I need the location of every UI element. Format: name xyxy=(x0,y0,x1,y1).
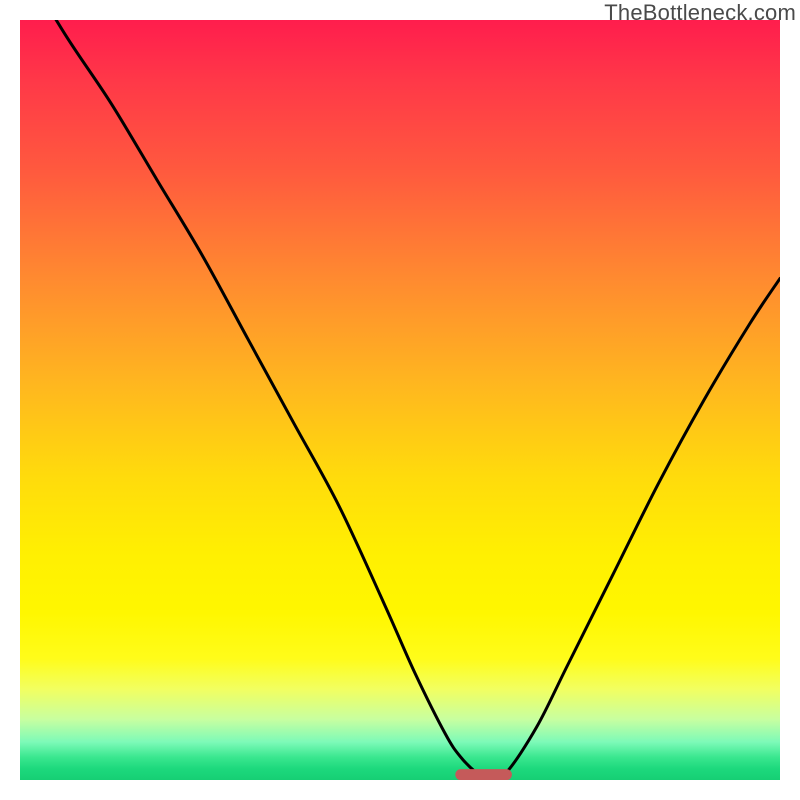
bottleneck-chart: TheBottleneck.com xyxy=(0,0,800,800)
plot-area xyxy=(20,20,780,780)
curve-layer xyxy=(20,20,780,780)
bottleneck-curve-path xyxy=(20,20,780,777)
